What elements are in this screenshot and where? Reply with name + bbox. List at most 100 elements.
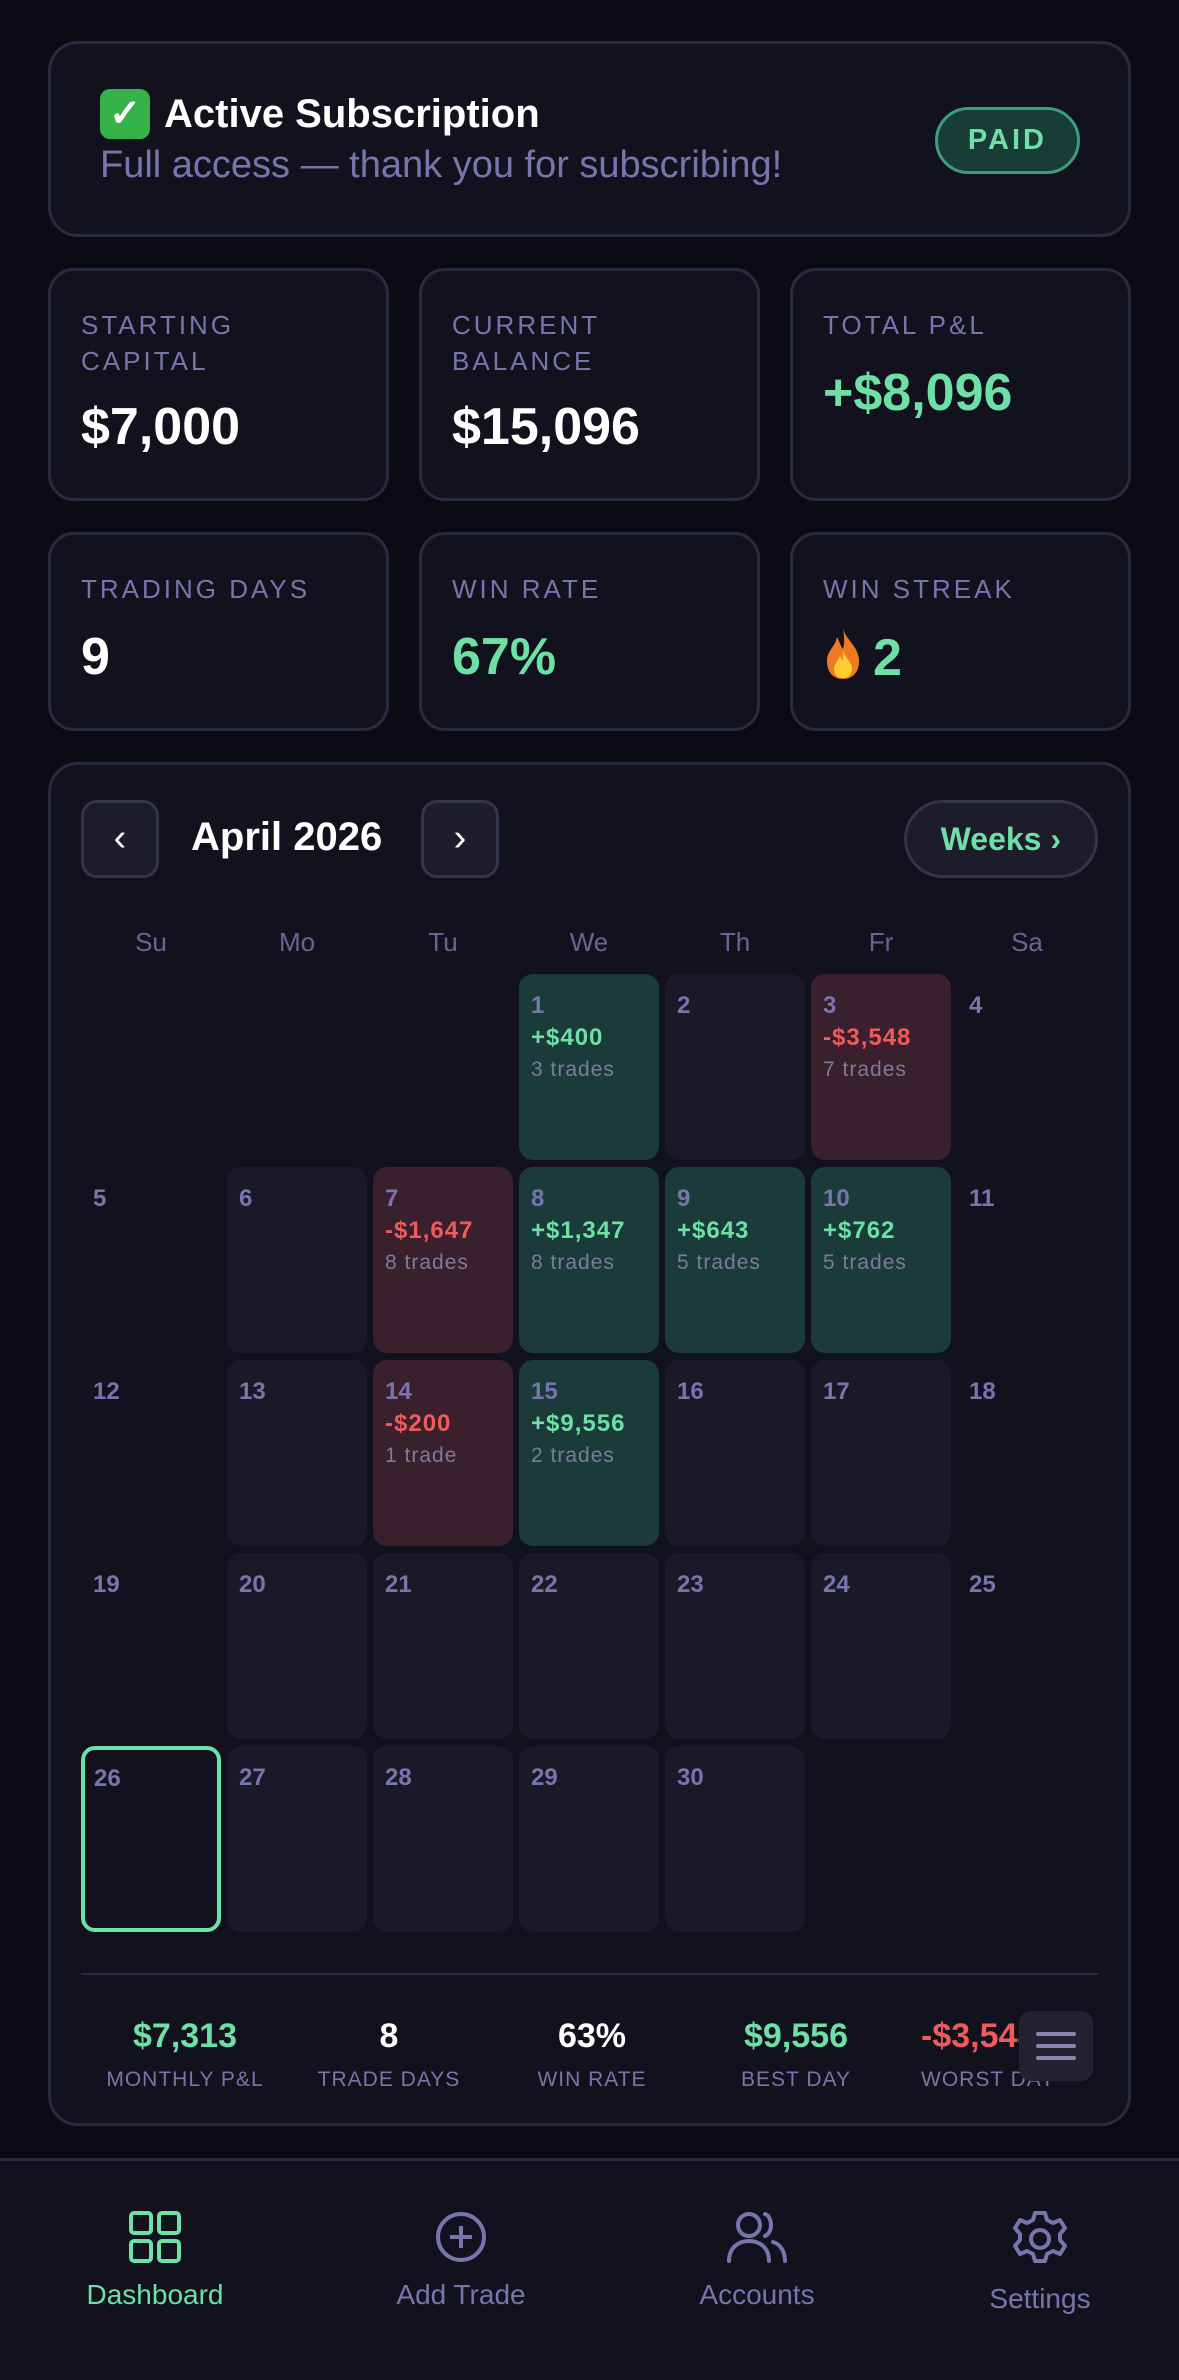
calendar-day-24[interactable]: 24 — [811, 1553, 951, 1739]
summary-trade-days: 8 TRADE DAYS — [284, 2017, 494, 2092]
calendar-day-11[interactable]: 11 — [957, 1167, 1097, 1353]
day-number: 25 — [969, 1571, 996, 1598]
day-trade-count: 5 trades — [677, 1251, 761, 1274]
calendar-day-17[interactable]: 17 — [811, 1360, 951, 1546]
weeks-button[interactable]: Weeks › — [903, 800, 1098, 878]
trading-days-card: Trading Days 9 — [48, 532, 389, 731]
calendar-day-20[interactable]: 20 — [227, 1553, 367, 1739]
calendar-day-29[interactable]: 29 — [519, 1746, 659, 1932]
day-number: 8 — [531, 1185, 545, 1212]
day-number: 30 — [677, 1764, 704, 1791]
day-number: 28 — [385, 1764, 412, 1791]
month-title: April 2026 — [191, 815, 383, 859]
weekday-sat: Sa — [1011, 927, 1043, 957]
day-number: 7 — [385, 1185, 399, 1212]
calendar-day-7[interactable]: 7 -$1,647 8 trades — [373, 1167, 513, 1353]
day-trade-count: 3 trades — [531, 1058, 615, 1081]
calendar-day-8[interactable]: 8 +$1,347 8 trades — [519, 1167, 659, 1353]
monthly-pnl-label: MONTHLY P&L — [106, 2068, 264, 2091]
paid-badge: PAID — [934, 107, 1080, 174]
trading-days-value: 9 — [81, 628, 110, 686]
dashboard-screen: ✓ Active Subscription Full access — than… — [0, 0, 1179, 2380]
users-icon — [727, 2212, 787, 2263]
weekday-fri: Fr — [868, 927, 894, 957]
subscription-subtitle: Full access — thank you for subscribing! — [100, 144, 783, 186]
calendar-day-2[interactable]: 2 — [665, 974, 805, 1160]
tab-accounts-label: Accounts — [699, 2279, 815, 2310]
day-number: 11 — [969, 1185, 995, 1212]
prev-month-button[interactable]: ‹ — [81, 800, 159, 878]
win-streak-label: Win Streak — [823, 574, 1015, 604]
calendar-day-22[interactable]: 22 — [519, 1553, 659, 1739]
best-day-value: $9,556 — [744, 2017, 848, 2055]
day-number: 29 — [531, 1764, 558, 1791]
calendar-day-16[interactable]: 16 — [665, 1360, 805, 1546]
tab-accounts[interactable]: Accounts — [627, 2209, 887, 2311]
calendar-day-9[interactable]: 9 +$643 5 trades — [665, 1167, 805, 1353]
day-pnl: -$3,548 — [823, 1024, 912, 1051]
plus-circle-icon — [436, 2212, 486, 2262]
monthly-pnl-value: $7,313 — [133, 2017, 237, 2055]
calendar-day-28[interactable]: 28 — [373, 1746, 513, 1932]
calendar-day-4[interactable]: 4 — [957, 974, 1097, 1160]
starting-capital-label: Starting Capital — [81, 310, 235, 376]
win-streak-value: 2 — [873, 629, 902, 687]
weekday-tue: Tu — [428, 927, 458, 957]
weekday-mon: Mo — [278, 927, 316, 957]
calendar-day-5[interactable]: 5 — [81, 1167, 221, 1353]
calendar-day-18[interactable]: 18 — [957, 1360, 1097, 1546]
day-pnl: +$643 — [677, 1217, 750, 1244]
subscription-title: ✓ Active Subscription — [100, 89, 540, 139]
calendar-day-25[interactable]: 25 — [957, 1553, 1097, 1739]
trade-days-value: 8 — [379, 2017, 399, 2055]
current-balance-value: $15,096 — [452, 398, 640, 456]
day-number: 23 — [677, 1571, 704, 1598]
calendar-day-23[interactable]: 23 — [665, 1553, 805, 1739]
calendar-day-12[interactable]: 12 — [81, 1360, 221, 1546]
day-number: 17 — [823, 1378, 850, 1405]
day-number: 1 — [531, 992, 545, 1019]
day-pnl: +$400 — [531, 1024, 604, 1051]
calendar-day-6[interactable]: 6 — [227, 1167, 367, 1353]
calendar-day-27[interactable]: 27 — [227, 1746, 367, 1932]
menu-icon[interactable] — [1019, 2011, 1093, 2081]
day-number: 5 — [93, 1185, 107, 1212]
day-number: 13 — [239, 1378, 266, 1405]
summary-best-day: $9,556 BEST DAY — [691, 2017, 901, 2092]
dashboard-grid-icon — [129, 2211, 181, 2263]
tab-settings[interactable]: Settings — [910, 2209, 1170, 2315]
calendar-day-10[interactable]: 10 +$762 5 trades — [811, 1167, 951, 1353]
subscription-card: ✓ Active Subscription Full access — than… — [48, 41, 1131, 237]
calendar-day-15[interactable]: 15 +$9,556 2 trades — [519, 1360, 659, 1546]
calendar-day-21[interactable]: 21 — [373, 1553, 513, 1739]
starting-capital-value: $7,000 — [81, 398, 241, 456]
total-pnl-card: Total P&L +$8,096 — [790, 268, 1131, 501]
day-number: 26 — [94, 1765, 121, 1792]
tab-add-trade[interactable]: Add Trade — [331, 2209, 591, 2311]
starting-capital-card: Starting Capital $7,000 — [48, 268, 389, 501]
calendar-day-13[interactable]: 13 — [227, 1360, 367, 1546]
day-number: 15 — [531, 1378, 558, 1405]
win-rate-label: Win Rate — [452, 574, 602, 604]
tab-dashboard[interactable]: Dashboard — [25, 2209, 285, 2311]
calendar-day-1[interactable]: 1 +$400 3 trades — [519, 974, 659, 1160]
day-number: 21 — [385, 1571, 412, 1598]
day-trade-count: 5 trades — [823, 1251, 907, 1274]
day-trade-count: 1 trade — [385, 1444, 458, 1467]
total-pnl-label: Total P&L — [823, 310, 987, 340]
day-trade-count: 8 trades — [385, 1251, 469, 1274]
day-number: 24 — [823, 1571, 850, 1598]
next-month-button[interactable]: › — [421, 800, 499, 878]
trading-days-label: Trading Days — [81, 574, 311, 604]
weekday-wed: We — [569, 927, 609, 957]
calendar-day-30[interactable]: 30 — [665, 1746, 805, 1932]
day-trade-count: 2 trades — [531, 1444, 615, 1467]
calendar-day-3[interactable]: 3 -$3,548 7 trades — [811, 974, 951, 1160]
gear-icon — [1013, 2211, 1067, 2263]
calendar-day-26-today[interactable]: 26 — [81, 1746, 221, 1932]
day-pnl: +$762 — [823, 1217, 896, 1244]
calendar-day-14[interactable]: 14 -$200 1 trade — [373, 1360, 513, 1546]
day-number: 22 — [531, 1571, 558, 1598]
calendar-day-19[interactable]: 19 — [81, 1553, 221, 1739]
current-balance-label: Current Balance — [452, 310, 600, 376]
